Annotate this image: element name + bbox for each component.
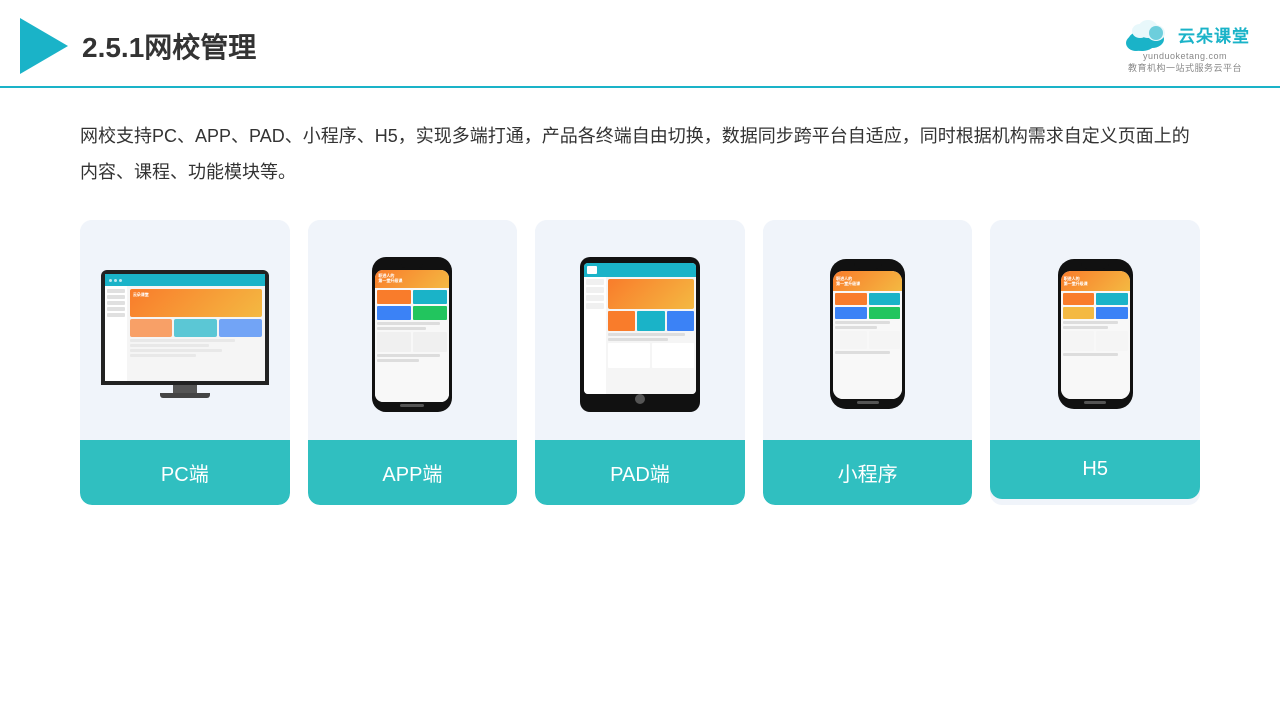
brand-url: yunduoketang.com: [1143, 51, 1227, 61]
h5-phone-mockup: 职进人的第一堂升级课: [1058, 259, 1133, 409]
card-h5: 职进人的第一堂升级课: [990, 220, 1200, 505]
card-miniprogram: 职进人的第一堂升级课: [763, 220, 973, 505]
card-app: 职进人的第一堂升级课: [308, 220, 518, 505]
page-description: 网校支持PC、APP、PAD、小程序、H5，实现多端打通，产品各终端自由切换，数…: [80, 118, 1200, 190]
card-pad-label: PAD端: [535, 440, 745, 505]
card-pad: PAD端: [535, 220, 745, 505]
header-left: 2.5.1网校管理: [20, 18, 256, 74]
main-content: 网校支持PC、APP、PAD、小程序、H5，实现多端打通，产品各终端自由切换，数…: [0, 88, 1280, 525]
cloud-icon: [1120, 19, 1172, 51]
card-pc: 云朵课堂: [80, 220, 290, 505]
brand-triangle-icon: [20, 18, 68, 74]
phone-app-mockup: 职进人的第一堂升级课: [372, 257, 452, 412]
brand-logo: 云朵课堂 yunduoketang.com 教育机构一站式服务云平台: [1120, 19, 1250, 74]
cards-container: 云朵课堂: [80, 220, 1200, 505]
pc-mockup: 云朵课堂: [101, 270, 269, 398]
card-miniprogram-image: 职进人的第一堂升级课: [763, 220, 973, 440]
card-app-label: APP端: [308, 440, 518, 505]
pc-screen: 云朵课堂: [101, 270, 269, 385]
card-pc-label: PC端: [80, 440, 290, 505]
card-miniprogram-label: 小程序: [763, 440, 973, 505]
card-app-image: 职进人的第一堂升级课: [308, 220, 518, 440]
card-pad-image: [535, 220, 745, 440]
header-right: 云朵课堂 yunduoketang.com 教育机构一站式服务云平台: [1120, 19, 1250, 74]
mini-phone-mockup: 职进人的第一堂升级课: [830, 259, 905, 409]
card-pc-image: 云朵课堂: [80, 220, 290, 440]
card-h5-label: H5: [990, 440, 1200, 499]
brand-icon-area: 云朵课堂: [1120, 19, 1250, 51]
page-header: 2.5.1网校管理 云朵课堂 yunduoketang.com 教育机构一站式服…: [0, 0, 1280, 88]
brand-name: 云朵课堂: [1178, 22, 1250, 47]
card-h5-image: 职进人的第一堂升级课: [990, 220, 1200, 440]
tablet-mockup: [580, 257, 700, 412]
brand-slogan: 教育机构一站式服务云平台: [1128, 61, 1242, 74]
page-title: 2.5.1网校管理: [82, 26, 256, 66]
